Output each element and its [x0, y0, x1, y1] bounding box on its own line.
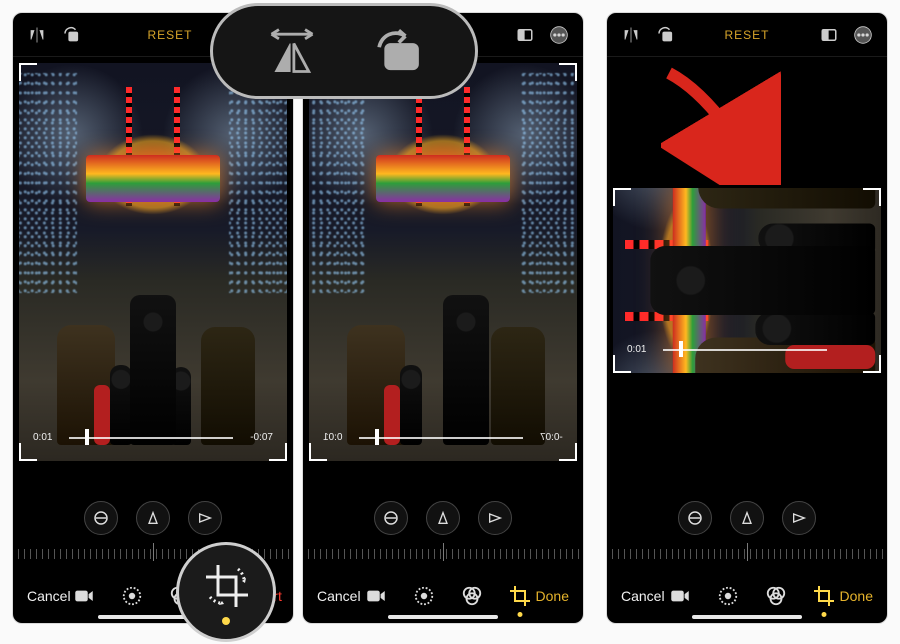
- adjust-tab-icon[interactable]: [119, 583, 145, 609]
- flip-horizontal-icon: [264, 23, 320, 79]
- aspect-ratio-icon[interactable]: [819, 25, 839, 45]
- adjust-tab-icon[interactable]: [715, 583, 741, 609]
- done-button[interactable]: Done: [840, 588, 873, 604]
- more-icon[interactable]: [853, 25, 873, 45]
- elapsed-time: 0:01: [323, 432, 342, 443]
- phone-screenshot-2: RESET 0:01: [302, 12, 584, 624]
- phone-screenshot-1: RESET: [12, 12, 294, 624]
- adjust-mode-row: [303, 495, 583, 539]
- phone-screenshot-3: RESET: [606, 12, 888, 624]
- filters-tab-icon[interactable]: [459, 583, 485, 609]
- home-indicator[interactable]: [388, 615, 498, 619]
- video-preview[interactable]: 0:01 -0:07: [19, 63, 287, 461]
- video-preview-flipped[interactable]: 0:01 -0:07: [309, 63, 577, 461]
- rotate-icon[interactable]: [655, 25, 675, 45]
- rotate-icon[interactable]: [61, 25, 81, 45]
- horizontal-perspective-button[interactable]: [188, 501, 222, 535]
- elapsed-time: 0:01: [33, 432, 52, 443]
- vertical-perspective-button[interactable]: [730, 501, 764, 535]
- straighten-button[interactable]: [678, 501, 712, 535]
- cancel-button[interactable]: Cancel: [27, 588, 71, 604]
- crop-topbar: RESET: [607, 13, 887, 57]
- home-indicator[interactable]: [692, 615, 802, 619]
- adjust-mode-row: [13, 495, 293, 539]
- crop-tab-icon[interactable]: [507, 583, 533, 609]
- video-tab-icon[interactable]: [71, 583, 97, 609]
- rotation-dial[interactable]: [303, 539, 583, 569]
- video-timeline[interactable]: 0:01 -0:07: [323, 429, 563, 445]
- straighten-button[interactable]: [84, 501, 118, 535]
- cancel-button[interactable]: Cancel: [317, 588, 361, 604]
- reset-button[interactable]: RESET: [724, 28, 769, 42]
- remaining-time: -0:07: [540, 432, 563, 443]
- crop-canvas[interactable]: 0:01 -0:07: [303, 57, 583, 495]
- remaining-time: -0:07: [250, 432, 273, 443]
- adjust-tab-icon[interactable]: [411, 583, 437, 609]
- elapsed-time: 0:01: [627, 344, 646, 355]
- flip-icon[interactable]: [27, 25, 47, 45]
- video-timeline[interactable]: 0:01: [627, 341, 867, 357]
- horizontal-perspective-button[interactable]: [782, 501, 816, 535]
- video-preview-rotated[interactable]: 0:01: [613, 188, 881, 373]
- crop-tab-icon[interactable]: [811, 583, 837, 609]
- video-timeline[interactable]: 0:01 -0:07: [33, 429, 273, 445]
- vertical-perspective-button[interactable]: [136, 501, 170, 535]
- reset-button[interactable]: RESET: [147, 28, 192, 42]
- straighten-button[interactable]: [374, 501, 408, 535]
- crop-tool-highlight: [176, 542, 276, 642]
- flip-icon[interactable]: [621, 25, 641, 45]
- active-tab-indicator: [222, 617, 230, 625]
- filters-tab-icon[interactable]: [763, 583, 789, 609]
- annotation-arrow: [661, 65, 781, 185]
- horizontal-perspective-button[interactable]: [478, 501, 512, 535]
- adjust-mode-row: [607, 495, 887, 539]
- crop-canvas[interactable]: 0:01 -0:07: [13, 57, 293, 495]
- video-tab-icon[interactable]: [667, 583, 693, 609]
- done-button[interactable]: Done: [536, 588, 569, 604]
- video-tab-icon[interactable]: [363, 583, 389, 609]
- rotate-ccw-icon: [368, 23, 424, 79]
- flip-rotate-callout: [210, 3, 478, 99]
- more-icon[interactable]: [549, 25, 569, 45]
- cancel-button[interactable]: Cancel: [621, 588, 665, 604]
- aspect-ratio-icon[interactable]: [515, 25, 535, 45]
- vertical-perspective-button[interactable]: [426, 501, 460, 535]
- rotation-dial[interactable]: [607, 539, 887, 569]
